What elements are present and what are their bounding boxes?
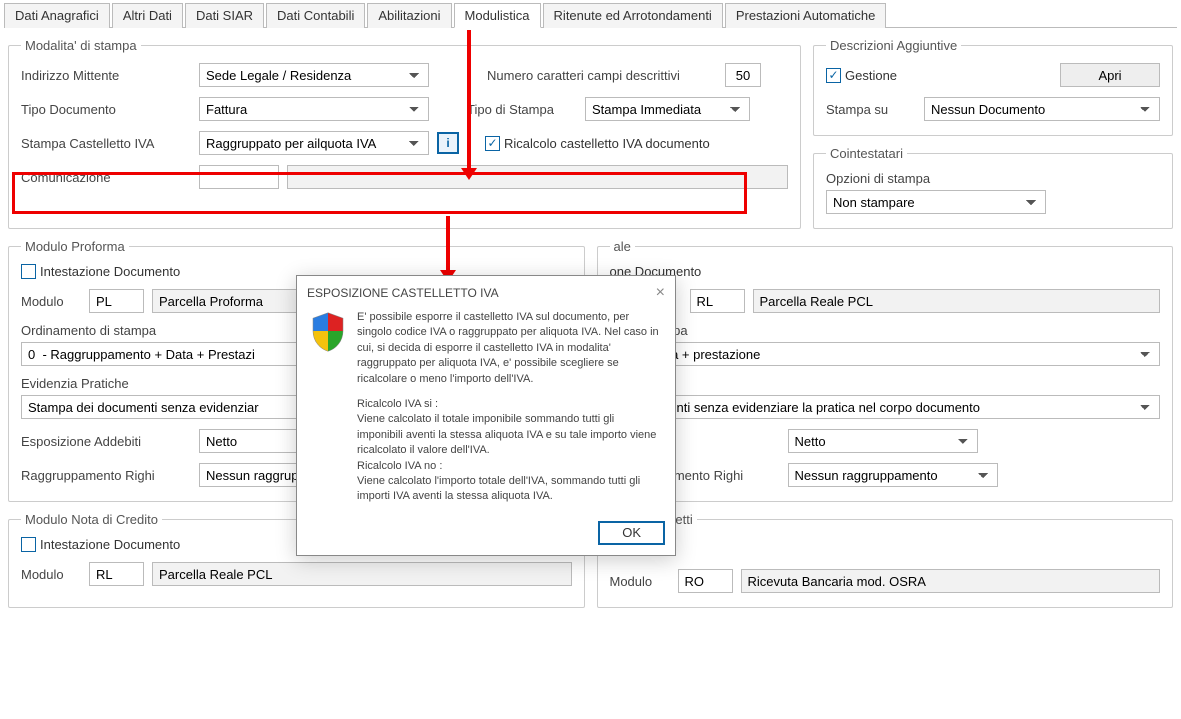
label-indirizzo-mittente: Indirizzo Mittente (21, 68, 191, 83)
apri-button[interactable]: Apri (1060, 63, 1160, 87)
tab-dati-siar[interactable]: Dati SIAR (185, 3, 264, 28)
label-stampa-su: Stampa su (826, 102, 916, 117)
legend: Modulo Proforma (21, 239, 129, 254)
select-esposizione-reale[interactable] (788, 429, 978, 453)
tab-modulistica[interactable]: Modulistica (454, 3, 541, 28)
label-comunicazione: Comunicazione (21, 170, 191, 185)
group-modalita-stampa: Modalita' di stampa Indirizzo Mittente N… (8, 38, 801, 229)
select-stampa-su[interactable] (924, 97, 1160, 121)
dialog-paragraph-2: Ricalcolo IVA si : Viene calcolato il to… (357, 397, 661, 505)
tab-dati-contabili[interactable]: Dati Contabili (266, 3, 365, 28)
tab-label: Ritenute ed Arrotondamenti (554, 8, 712, 23)
label-modulo-nc: Modulo (21, 567, 81, 582)
label-tipo-documento: Tipo Documento (21, 102, 191, 117)
label-intestazione-nc: Intestazione Documento (40, 537, 180, 552)
select-opzioni-stampa[interactable] (826, 190, 1046, 214)
legend: Modalita' di stampa (21, 38, 141, 53)
close-icon[interactable]: × (656, 284, 665, 302)
checkbox-ricalcolo-wrap[interactable]: Ricalcolo castelletto IVA documento (485, 136, 710, 151)
select-stampa-castelletto[interactable] (199, 131, 429, 155)
select-tipo-stampa[interactable] (585, 97, 750, 121)
tab-label: Dati SIAR (196, 8, 253, 23)
label-stampa-castelletto: Stampa Castelletto IVA (21, 136, 191, 151)
input-modulo-effetti-desc[interactable] (741, 569, 1161, 593)
checkbox-gestione-wrap[interactable]: Gestione (826, 68, 897, 83)
label-esposizione-proforma: Esposizione Addebiti (21, 434, 191, 449)
select-tipo-documento[interactable] (199, 97, 429, 121)
tab-altri-dati[interactable]: Altri Dati (112, 3, 183, 28)
legend: Descrizioni Aggiuntive (826, 38, 961, 53)
label-intestazione-proforma: Intestazione Documento (40, 264, 180, 279)
tab-label: Altri Dati (123, 8, 172, 23)
dialog-title: ESPOSIZIONE CASTELLETTO IVA (307, 286, 499, 300)
select-ordinamento-reale[interactable] (610, 342, 1161, 366)
label-modulo-proforma: Modulo (21, 294, 81, 309)
tab-label: Dati Contabili (277, 8, 354, 23)
checkbox-intestazione-nc-wrap[interactable]: Intestazione Documento (21, 537, 180, 552)
legend: Modulo Nota di Credito (21, 512, 162, 527)
checkbox-intestazione-proforma[interactable] (21, 264, 36, 279)
group-modulo-effetti: Modulo Effetti Modulo (597, 512, 1174, 608)
group-cointestatari: Cointestatari Opzioni di stampa (813, 146, 1173, 229)
tab-abilitazioni[interactable]: Abilitazioni (367, 3, 451, 28)
tab-label: Dati Anagrafici (15, 8, 99, 23)
input-num-caratteri[interactable] (725, 63, 761, 87)
tab-label: Abilitazioni (378, 8, 440, 23)
tab-bar: Dati Anagrafici Altri Dati Dati SIAR Dat… (4, 2, 1177, 28)
label-ordinamento-reale: nto di stampa (610, 323, 1161, 338)
label-ricalcolo: Ricalcolo castelletto IVA documento (504, 136, 710, 151)
legend: ale (610, 239, 635, 254)
tab-ritenute[interactable]: Ritenute ed Arrotondamenti (543, 3, 723, 28)
label-raggr-proforma: Raggruppamento Righi (21, 468, 191, 483)
label-tipo-stampa: Tipo di Stampa (467, 102, 577, 117)
checkbox-intestazione-nc[interactable] (21, 537, 36, 552)
legend: Cointestatari (826, 146, 907, 161)
label-modulo-effetti: Modulo (610, 574, 670, 589)
select-raggr-reale[interactable] (788, 463, 998, 487)
checkbox-gestione[interactable] (826, 68, 841, 83)
tab-prestazioni[interactable]: Prestazioni Automatiche (725, 3, 886, 28)
input-modulo-nc-code[interactable] (89, 562, 144, 586)
select-evidenzia-reale[interactable] (610, 395, 1161, 419)
ok-button[interactable]: OK (598, 521, 665, 545)
label-evidenzia-reale: Pratiche (610, 376, 1161, 391)
label-opzioni-stampa: Opzioni di stampa (826, 171, 1160, 186)
input-modulo-reale-code[interactable] (690, 289, 745, 313)
checkbox-intestazione-proforma-wrap[interactable]: Intestazione Documento (21, 264, 180, 279)
input-comunicazione-desc[interactable] (287, 165, 788, 189)
input-comunicazione-code[interactable] (199, 165, 279, 189)
info-icon[interactable]: i (437, 132, 459, 154)
dialog-esposizione-castelletto: ESPOSIZIONE CASTELLETTO IVA × E' possibi… (296, 275, 676, 556)
tab-label: Modulistica (465, 8, 530, 23)
input-modulo-reale-desc[interactable] (753, 289, 1161, 313)
label-num-caratteri: Numero caratteri campi descrittivi (487, 68, 717, 83)
label-gestione: Gestione (845, 68, 897, 83)
tab-dati-anagrafici[interactable]: Dati Anagrafici (4, 3, 110, 28)
shield-icon (311, 312, 345, 352)
group-descrizioni-aggiuntive: Descrizioni Aggiuntive Gestione Apri Sta… (813, 38, 1173, 136)
input-modulo-proforma-code[interactable] (89, 289, 144, 313)
checkbox-ricalcolo[interactable] (485, 136, 500, 151)
dialog-paragraph-1: E' possibile esporre il castelletto IVA … (357, 310, 661, 387)
input-modulo-effetti-code[interactable] (678, 569, 733, 593)
group-modulo-reale: ale one Documento nto di stampa Pratiche… (597, 239, 1174, 502)
tab-label: Prestazioni Automatiche (736, 8, 875, 23)
input-modulo-nc-desc[interactable] (152, 562, 572, 586)
select-indirizzo-mittente[interactable] (199, 63, 429, 87)
